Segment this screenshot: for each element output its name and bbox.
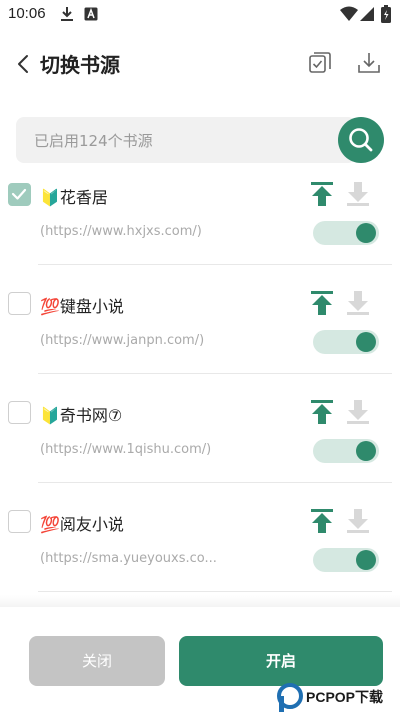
- pin-to-top-icon[interactable]: [311, 182, 333, 206]
- toggle-knob: [356, 550, 376, 570]
- search-icon: [349, 128, 373, 152]
- toggle-knob: [356, 332, 376, 352]
- toggle-knob: [356, 223, 376, 243]
- list-item[interactable]: 💯阅友小说 (https://sma.yueyouxs.co...: [0, 500, 400, 605]
- checkmark-icon: [11, 188, 27, 200]
- toggle-knob: [356, 441, 376, 461]
- pin-to-bottom-icon[interactable]: [347, 509, 369, 533]
- battery-icon: [381, 5, 391, 23]
- source-name: 🔰奇书网⑦: [40, 406, 123, 425]
- source-checkbox[interactable]: [8, 292, 31, 315]
- list-item[interactable]: 🔰花香居 (https://www.hxjxs.com/): [0, 173, 400, 283]
- enable-toggle[interactable]: [313, 439, 379, 463]
- signal-icon: [360, 7, 374, 21]
- import-icon[interactable]: [356, 50, 382, 76]
- watermark-text: PCPOP下载: [306, 689, 384, 705]
- source-name: 💯阅友小说: [40, 515, 124, 534]
- source-list: 🔰花香居 (https://www.hxjxs.com/) 💯键盘小说 (htt…: [0, 165, 400, 605]
- status-time: 10:06: [8, 5, 46, 22]
- select-all-icon[interactable]: [307, 50, 333, 76]
- back-arrow-icon[interactable]: [12, 50, 36, 78]
- wifi-icon: [340, 6, 358, 21]
- a-status-icon: [84, 7, 98, 21]
- search-button[interactable]: [338, 117, 384, 163]
- divider: [38, 373, 392, 374]
- source-url: (https://sma.yueyouxs.co...: [40, 551, 217, 566]
- watermark-logo-icon: [277, 683, 303, 712]
- enable-toggle[interactable]: [313, 221, 379, 245]
- list-item[interactable]: 🔰奇书网⑦ (https://www.1qishu.com/): [0, 391, 400, 501]
- source-name: 🔰花香居: [40, 188, 108, 207]
- pin-to-top-icon[interactable]: [311, 400, 333, 424]
- source-checkbox[interactable]: [8, 183, 31, 206]
- divider: [38, 482, 392, 483]
- enable-toggle[interactable]: [313, 330, 379, 354]
- source-checkbox[interactable]: [8, 510, 31, 533]
- search-input[interactable]: 已启用124个书源: [34, 130, 153, 151]
- search-field[interactable]: 已启用124个书源: [16, 117, 356, 163]
- pin-to-bottom-icon[interactable]: [347, 400, 369, 424]
- enable-toggle[interactable]: [313, 548, 379, 572]
- list-item[interactable]: 💯键盘小说 (https://www.janpn.com/): [0, 282, 400, 392]
- source-url: (https://www.hxjxs.com/): [40, 224, 202, 239]
- source-url: (https://www.janpn.com/): [40, 333, 205, 348]
- status-bar: 10:06: [0, 0, 400, 30]
- pin-to-bottom-icon[interactable]: [347, 291, 369, 315]
- divider: [38, 264, 392, 265]
- watermark: PCPOP下载: [276, 683, 400, 717]
- close-button[interactable]: 关闭: [29, 636, 165, 686]
- source-name: 💯键盘小说: [40, 297, 124, 316]
- source-checkbox[interactable]: [8, 401, 31, 424]
- list-fade: [0, 595, 400, 607]
- open-button[interactable]: 开启: [179, 636, 383, 686]
- pin-to-top-icon[interactable]: [311, 509, 333, 533]
- page-title: 切换书源: [40, 53, 120, 77]
- app-header: 切换书源: [0, 40, 400, 88]
- pin-to-bottom-icon[interactable]: [347, 182, 369, 206]
- source-url: (https://www.1qishu.com/): [40, 442, 212, 457]
- download-status-icon: [61, 7, 73, 21]
- divider: [38, 591, 392, 592]
- pin-to-top-icon[interactable]: [311, 291, 333, 315]
